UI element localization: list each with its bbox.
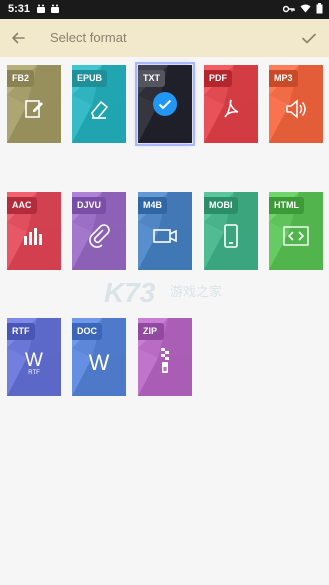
format-label: FB2 [7, 70, 35, 87]
format-tile-pdf[interactable]: PDF [204, 65, 258, 143]
format-tile-fb2[interactable]: FB2 [7, 65, 61, 143]
code-icon [269, 216, 323, 256]
format-label: TXT [138, 70, 165, 87]
format-label: HTML [269, 197, 304, 214]
format-label: DJVU [72, 197, 107, 214]
format-tile-zip[interactable]: ZIP [138, 318, 192, 396]
speaker-icon [269, 89, 323, 129]
format-tile-mp3[interactable]: MP3 [269, 65, 323, 143]
format-label: MP3 [269, 70, 298, 87]
edit-icon [7, 89, 61, 129]
format-tile-djvu[interactable]: DJVU [72, 192, 126, 270]
format-label: M4B [138, 197, 168, 214]
format-label: PDF [204, 70, 232, 87]
svg-text:W: W [25, 350, 43, 371]
word-icon: W [72, 342, 126, 382]
selected-check-icon [153, 92, 177, 116]
format-tile-aac[interactable]: AAC [7, 192, 61, 270]
format-tile-html[interactable]: HTML [269, 192, 323, 270]
svg-text:W: W [89, 350, 110, 375]
format-tile-epub[interactable]: EPUB [72, 65, 126, 143]
format-label: EPUB [72, 70, 108, 87]
format-tile-m4b[interactable]: M4B [138, 192, 192, 270]
pdf-icon [204, 89, 258, 129]
format-tile-doc[interactable]: DOC W [72, 318, 126, 396]
format-label: MOBI [204, 197, 238, 214]
phone-icon [204, 216, 258, 256]
zip-icon [138, 342, 192, 382]
paperclip-icon [72, 216, 126, 256]
format-sublabel: RTF [28, 370, 40, 376]
format-label: DOC [72, 323, 102, 340]
format-tile-mobi[interactable]: MOBI [204, 192, 258, 270]
format-tile-rtf[interactable]: RTF W RTF [7, 318, 61, 396]
video-icon [138, 216, 192, 256]
format-label: ZIP [138, 323, 164, 340]
equalizer-icon [7, 216, 61, 256]
svg-text:K73: K73 [104, 277, 156, 308]
rtf-icon: W RTF [7, 342, 61, 382]
format-tile-txt[interactable]: TXT [135, 62, 195, 146]
eraser-icon [72, 89, 126, 129]
format-label: RTF [7, 323, 35, 340]
svg-text:游戏之家: 游戏之家 [170, 284, 222, 300]
watermark-logo: K73 游戏之家 [104, 277, 222, 308]
format-label: AAC [7, 197, 37, 214]
